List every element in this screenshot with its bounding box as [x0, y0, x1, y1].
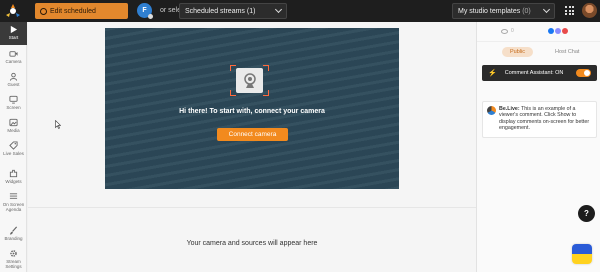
media-icon — [9, 118, 18, 127]
comment-card[interactable]: Be.Live: This is an example of a viewer'… — [482, 101, 597, 138]
sidebar-item-label: Widgets — [5, 179, 22, 184]
youtube-icon[interactable] — [562, 28, 568, 34]
sidebar-item-label: Screen — [6, 105, 21, 110]
webcam-icon — [236, 68, 263, 93]
status-dot — [148, 14, 153, 19]
help-button[interactable]: ? — [578, 205, 595, 222]
stage-divider — [28, 207, 476, 208]
viewer-count: 0 — [511, 28, 514, 34]
stream-preview: Hi there! To start with, connect your ca… — [105, 28, 399, 189]
facebook-icon[interactable] — [548, 28, 554, 34]
sidebar-item-start[interactable]: Start — [0, 22, 27, 45]
sidebar-item-agenda[interactable]: On Screen Agenda — [0, 192, 27, 212]
brush-icon — [9, 226, 18, 235]
chevron-down-icon — [274, 5, 283, 14]
chat-tabs: Public Host Chat — [502, 47, 587, 57]
sidebar-item-media[interactable]: Media — [0, 118, 27, 133]
scheduled-streams-label: Scheduled streams — [185, 7, 245, 15]
sidebar-item-label: Camera — [5, 59, 22, 64]
tab-host-chat[interactable]: Host Chat — [547, 47, 587, 57]
comment-assistant-label: Comment Assistant: ON — [504, 70, 564, 76]
sidebar-item-label: On Screen Agenda — [2, 202, 25, 212]
scheduled-streams-select[interactable]: Scheduled streams (1) — [179, 3, 287, 19]
comments-panel: 0 Public Host Chat ⚡ Comment Assistant: … — [476, 22, 600, 272]
sidebar-item-stream-settings[interactable]: Stream Settings — [0, 249, 27, 269]
sources-placeholder-text: Your camera and sources will appear here — [186, 240, 318, 247]
sidebar-item-live-sales[interactable]: Live Sales — [0, 141, 27, 156]
widgets-icon — [9, 169, 18, 178]
mouse-cursor-icon — [55, 120, 61, 129]
avatar-letter: F — [142, 7, 147, 14]
studio-templates-label: My studio templates — [458, 7, 521, 15]
sidebar-item-label: Media — [7, 128, 20, 133]
eye-icon — [501, 29, 508, 34]
agenda-icon — [9, 193, 18, 199]
studio-templates-select[interactable]: My studio templates (0) — [452, 3, 555, 19]
sidebar-item-branding[interactable]: Branding — [0, 226, 27, 241]
sidebar-item-label: Stream Settings — [5, 259, 22, 269]
sidebar-item-screen[interactable]: Screen — [0, 95, 27, 110]
clock-icon — [40, 7, 47, 15]
apps-grid-icon[interactable] — [565, 6, 574, 15]
sidebar-item-guest[interactable]: Guest — [0, 72, 27, 87]
tab-public[interactable]: Public — [502, 47, 533, 57]
guest-icon — [9, 72, 18, 81]
studio-app: Edit scheduled F or select from Schedule… — [0, 0, 600, 272]
scheduled-streams-count: (1) — [246, 7, 256, 15]
belive-logo[interactable] — [5, 3, 21, 19]
sidebar-item-camera[interactable]: Camera — [0, 49, 27, 64]
edit-scheduled-label: Edit scheduled — [50, 7, 96, 15]
sidebar-item-label: Start — [8, 35, 19, 40]
play-icon — [10, 25, 18, 34]
comment-assistant-toggle[interactable] — [576, 69, 591, 77]
sidebar-item-label: Branding — [4, 236, 23, 241]
connect-camera-headline: Hi there! To start with, connect your ca… — [179, 108, 325, 115]
tag-icon — [9, 141, 18, 150]
camera-icon — [9, 51, 18, 57]
sidebar-item-label: Guest — [7, 82, 20, 87]
gear-icon — [10, 250, 17, 257]
comment-assistant-bar: ⚡ Comment Assistant: ON — [482, 65, 597, 81]
screen-icon — [9, 95, 18, 104]
sidebar-item-label: Live Sales — [3, 151, 24, 156]
camera-placeholder — [230, 65, 269, 96]
twitch-icon[interactable] — [555, 28, 561, 34]
ukraine-flag-icon[interactable] — [572, 244, 592, 264]
sidebar-item-widgets[interactable]: Widgets — [0, 169, 27, 184]
facebook-account-avatar[interactable]: F — [137, 3, 153, 19]
edit-scheduled-button[interactable]: Edit scheduled — [35, 3, 128, 19]
comment-avatar — [487, 106, 496, 115]
panel-header: 0 — [477, 22, 600, 42]
connect-camera-button[interactable]: Connect camera — [217, 128, 288, 141]
top-bar: Edit scheduled F or select from Schedule… — [0, 0, 600, 22]
lightning-icon: ⚡ — [488, 70, 497, 77]
comment-author: Be.Live: — [499, 106, 520, 112]
chevron-down-icon — [542, 5, 551, 14]
studio-templates-count: (0) — [522, 7, 531, 15]
left-sidebar: Start Camera Guest Screen Media Live Sal… — [0, 22, 27, 272]
user-avatar[interactable] — [582, 3, 597, 18]
